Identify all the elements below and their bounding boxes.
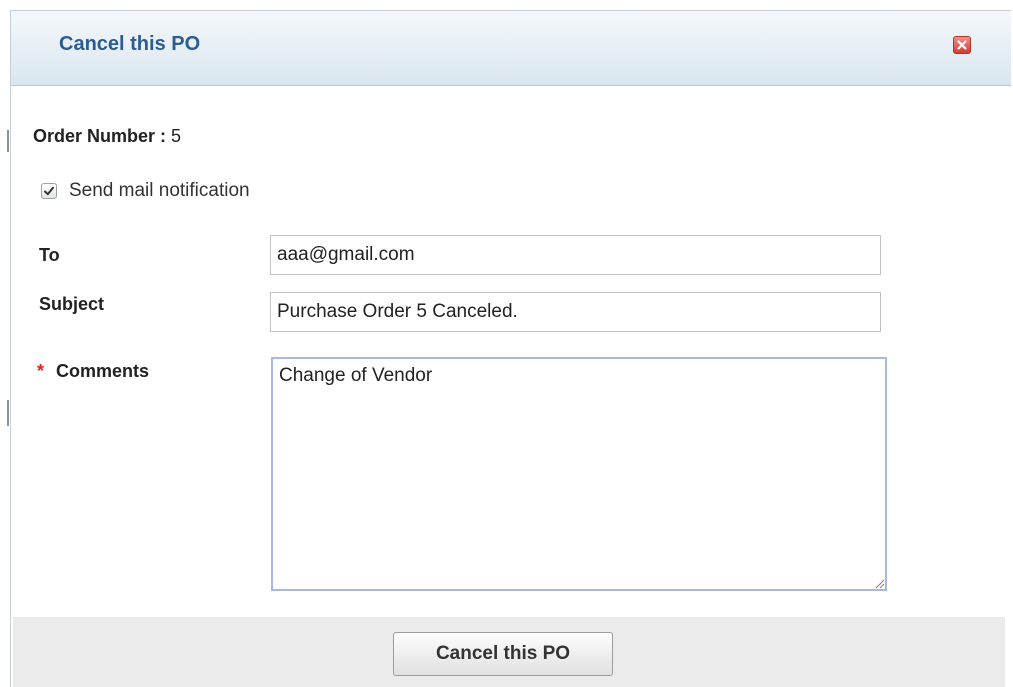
- dialog-title: Cancel this PO: [59, 33, 201, 55]
- mail-notification-row: Send mail notification: [41, 179, 250, 203]
- edge-mark: [7, 400, 9, 426]
- close-icon: [957, 40, 967, 50]
- comments-textarea[interactable]: Change of Vendor: [271, 357, 887, 591]
- background-edge: [0, 0, 10, 686]
- order-number-value: 5: [171, 126, 182, 146]
- order-number-label: Order Number :: [33, 126, 167, 146]
- send-mail-checkbox[interactable]: [41, 183, 57, 199]
- edge-mark: [7, 130, 9, 152]
- comments-label-row: * Comments: [37, 361, 149, 382]
- send-mail-label: Send mail notification: [69, 180, 250, 201]
- subject-input[interactable]: [270, 292, 881, 332]
- comments-label: Comments: [56, 361, 150, 381]
- close-button[interactable]: [953, 36, 971, 54]
- resize-grip-icon[interactable]: [873, 577, 885, 589]
- order-number: Order Number : 5: [33, 126, 181, 147]
- subject-label: Subject: [39, 294, 105, 314]
- required-marker: *: [37, 361, 45, 381]
- cancel-po-button[interactable]: Cancel this PO: [393, 632, 613, 676]
- to-input[interactable]: [270, 235, 881, 275]
- dialog-header: Cancel this PO: [11, 11, 1011, 86]
- to-label: To: [39, 245, 60, 265]
- checkmark-icon: [44, 186, 54, 196]
- cancel-po-dialog: Cancel this PO Order Number : 5 Send mai…: [10, 10, 1011, 687]
- dialog-footer: Cancel this PO: [13, 617, 1005, 687]
